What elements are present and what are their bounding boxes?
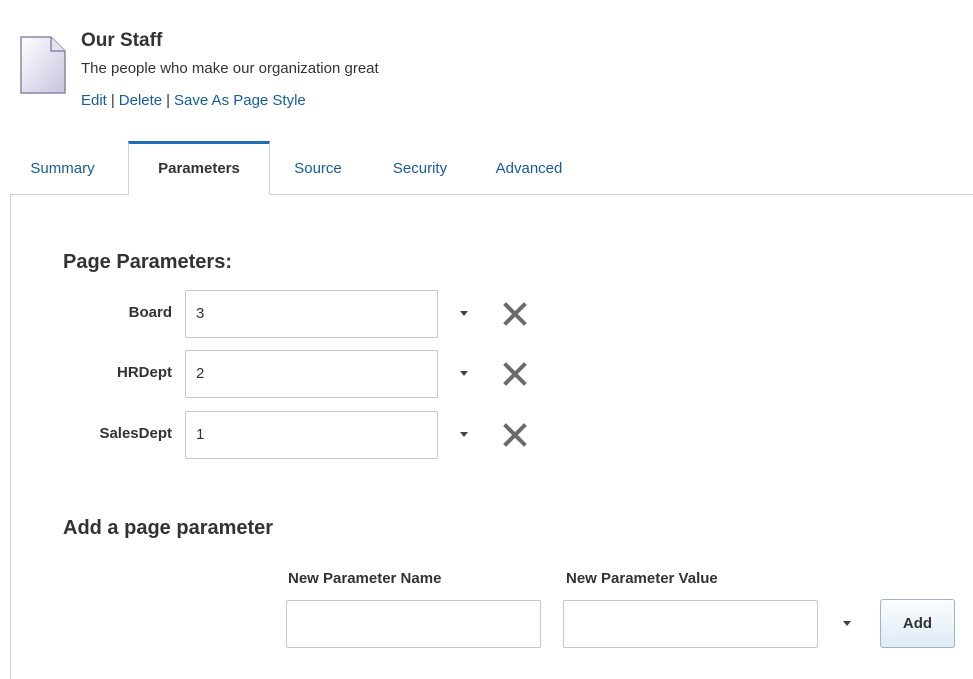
- page-actions: Edit | Delete | Save As Page Style: [81, 92, 306, 109]
- page-editor: Our Staff The people who make our organi…: [0, 0, 973, 679]
- parameter-name-label: SalesDept: [99, 425, 172, 442]
- page-description: The people who make our organization gre…: [81, 60, 379, 77]
- parameter-name-label: HRDept: [117, 364, 172, 381]
- new-parameter-name-header: New Parameter Name: [288, 570, 442, 587]
- new-parameter-name-input[interactable]: [286, 600, 541, 648]
- parameter-value-input[interactable]: 1: [185, 411, 438, 459]
- parameter-name-label: Board: [128, 304, 172, 321]
- new-parameter-value-header: New Parameter Value: [566, 570, 718, 587]
- parameter-row: HRDept 2: [0, 350, 600, 398]
- tab-summary[interactable]: Summary: [0, 141, 125, 194]
- tab-bar: Summary Parameters Source Security Advan…: [0, 141, 973, 195]
- chevron-down-icon[interactable]: [460, 432, 468, 437]
- tab-security[interactable]: Security: [370, 141, 470, 194]
- chevron-down-icon[interactable]: [843, 621, 851, 626]
- parameter-value-input[interactable]: 2: [185, 350, 438, 398]
- chevron-down-icon[interactable]: [460, 311, 468, 316]
- add-parameter-heading: Add a page parameter: [63, 517, 274, 539]
- save-as-page-style-link[interactable]: Save As Page Style: [174, 92, 306, 109]
- parameter-value-input[interactable]: 3: [185, 290, 438, 338]
- chevron-down-icon[interactable]: [460, 371, 468, 376]
- tab-parameters[interactable]: Parameters: [128, 141, 270, 195]
- close-icon[interactable]: [503, 423, 527, 447]
- delete-link[interactable]: Delete: [119, 92, 162, 109]
- document-icon: [20, 36, 66, 94]
- parameter-row: Board 3: [0, 290, 600, 338]
- page-title: Our Staff: [81, 30, 163, 51]
- close-icon[interactable]: [503, 302, 527, 326]
- add-parameter-button[interactable]: Add: [880, 599, 955, 648]
- tab-source[interactable]: Source: [276, 141, 360, 194]
- action-separator: |: [166, 92, 171, 109]
- page-parameters-heading: Page Parameters:: [63, 251, 232, 273]
- new-parameter-value-input[interactable]: [563, 600, 818, 648]
- parameter-row: SalesDept 1: [0, 411, 600, 459]
- edit-link[interactable]: Edit: [81, 92, 107, 109]
- close-icon[interactable]: [503, 362, 527, 386]
- tab-advanced[interactable]: Advanced: [478, 141, 580, 194]
- action-separator: |: [110, 92, 115, 109]
